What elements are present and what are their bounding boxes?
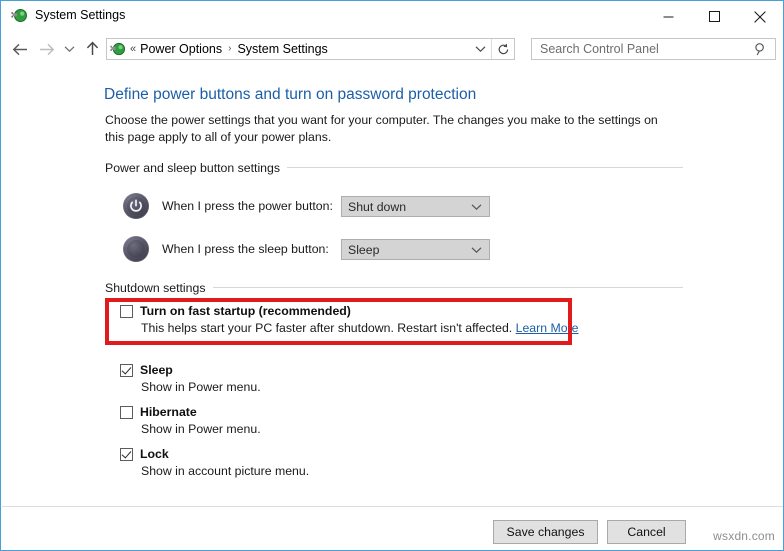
sleep-row[interactable]: Sleep (120, 363, 261, 377)
hibernate-description: Show in Power menu. (141, 422, 261, 436)
maximize-icon[interactable] (691, 1, 737, 32)
learn-more-link[interactable]: Learn More (516, 321, 579, 335)
fast-startup-description: This helps start your PC faster after sh… (141, 321, 579, 335)
footer-bar: Save changes Cancel (2, 506, 783, 550)
content-area: Define power buttons and turn on passwor… (1, 65, 783, 506)
sleep-select-chevron-down-icon[interactable] (471, 246, 482, 254)
fast-startup-checkbox[interactable] (120, 304, 133, 318)
lock-label: Lock (140, 447, 169, 461)
window-title: System Settings (35, 8, 126, 22)
title-bar: System Settings (1, 1, 783, 33)
up-arrow-icon[interactable] (79, 34, 105, 64)
power-sleep-group-label: Power and sleep button settings (105, 161, 288, 175)
fast-startup-description-text: This helps start your PC faster after sh… (141, 321, 513, 335)
title-bar-identity: System Settings (11, 7, 125, 24)
forward-arrow-icon[interactable] (33, 34, 59, 64)
fast-startup-label: Turn on fast startup (recommended) (140, 304, 351, 318)
hibernate-row[interactable]: Hibernate (120, 405, 261, 419)
nav-button-group (7, 33, 105, 65)
shutdown-settings-group: Shutdown settings (105, 279, 683, 295)
hibernate-checkbox[interactable] (120, 405, 133, 419)
power-button-label: When I press the power button: (162, 199, 333, 213)
list-item-lock: Lock Show in account picture menu. (120, 447, 309, 478)
close-icon[interactable] (737, 1, 783, 32)
cancel-button[interactable]: Cancel (607, 520, 686, 544)
breadcrumb-power-options[interactable]: Power Options (140, 39, 222, 59)
search-input[interactable]: Search Control Panel (531, 38, 776, 60)
search-icon[interactable] (754, 42, 768, 56)
sleep-button-action-value: Sleep (348, 242, 380, 257)
page-description: Choose the power settings that you want … (105, 113, 658, 144)
power-select-chevron-down-icon[interactable] (471, 203, 482, 211)
fast-startup-row[interactable]: Turn on fast startup (recommended) (120, 304, 579, 318)
sleep-label: Sleep (140, 363, 173, 377)
sleep-checkbox[interactable] (120, 363, 133, 377)
power-plug-icon (11, 7, 28, 24)
breadcrumb-overflow-icon[interactable]: « (130, 39, 136, 59)
shutdown-group-label: Shutdown settings (105, 281, 213, 295)
sleep-moon-icon (123, 236, 149, 262)
minimize-icon[interactable] (645, 1, 691, 32)
sleep-button-row: When I press the sleep button: (123, 236, 329, 262)
save-changes-button[interactable]: Save changes (493, 520, 598, 544)
page-title: Define power buttons and turn on passwor… (104, 86, 477, 103)
power-button-icon (123, 193, 149, 219)
power-sleep-group-header: Power and sleep button settings (105, 159, 683, 175)
power-button-action-value: Shut down (348, 199, 407, 214)
shutdown-group-header: Shutdown settings (105, 279, 683, 295)
system-settings-window: System Settings « Power Options › System… (0, 0, 784, 551)
lock-description: Show in account picture menu. (141, 464, 310, 478)
power-sleep-settings-group: Power and sleep button settings (105, 159, 683, 175)
recent-locations-chevron-down-icon[interactable] (59, 34, 79, 64)
sleep-button-label: When I press the sleep button: (162, 242, 329, 256)
sleep-description: Show in Power menu. (141, 380, 261, 394)
list-item-fast-startup: Turn on fast startup (recommended) This … (120, 304, 579, 335)
refresh-icon[interactable] (492, 39, 514, 59)
lock-row[interactable]: Lock (120, 447, 309, 461)
back-arrow-icon[interactable] (7, 34, 33, 64)
watermark: wsxdn.com (713, 529, 775, 543)
power-button-row: When I press the power button: (123, 193, 333, 219)
navigation-bar: « Power Options › System Settings Search… (1, 33, 783, 65)
address-bar[interactable]: « Power Options › System Settings (106, 38, 515, 60)
lock-checkbox[interactable] (120, 447, 133, 461)
search-placeholder: Search Control Panel (540, 42, 659, 56)
power-button-action-select[interactable]: Shut down (341, 196, 490, 217)
list-item-hibernate: Hibernate Show in Power menu. (120, 405, 261, 436)
breadcrumb-separator-icon[interactable]: › (228, 39, 231, 59)
address-power-plug-icon (110, 41, 126, 57)
breadcrumb-system-settings[interactable]: System Settings (237, 39, 327, 59)
address-chevron-down-icon[interactable] (469, 39, 492, 59)
caption-button-group (645, 1, 783, 32)
sleep-button-action-select[interactable]: Sleep (341, 239, 490, 260)
list-item-sleep: Sleep Show in Power menu. (120, 363, 261, 394)
hibernate-label: Hibernate (140, 405, 197, 419)
